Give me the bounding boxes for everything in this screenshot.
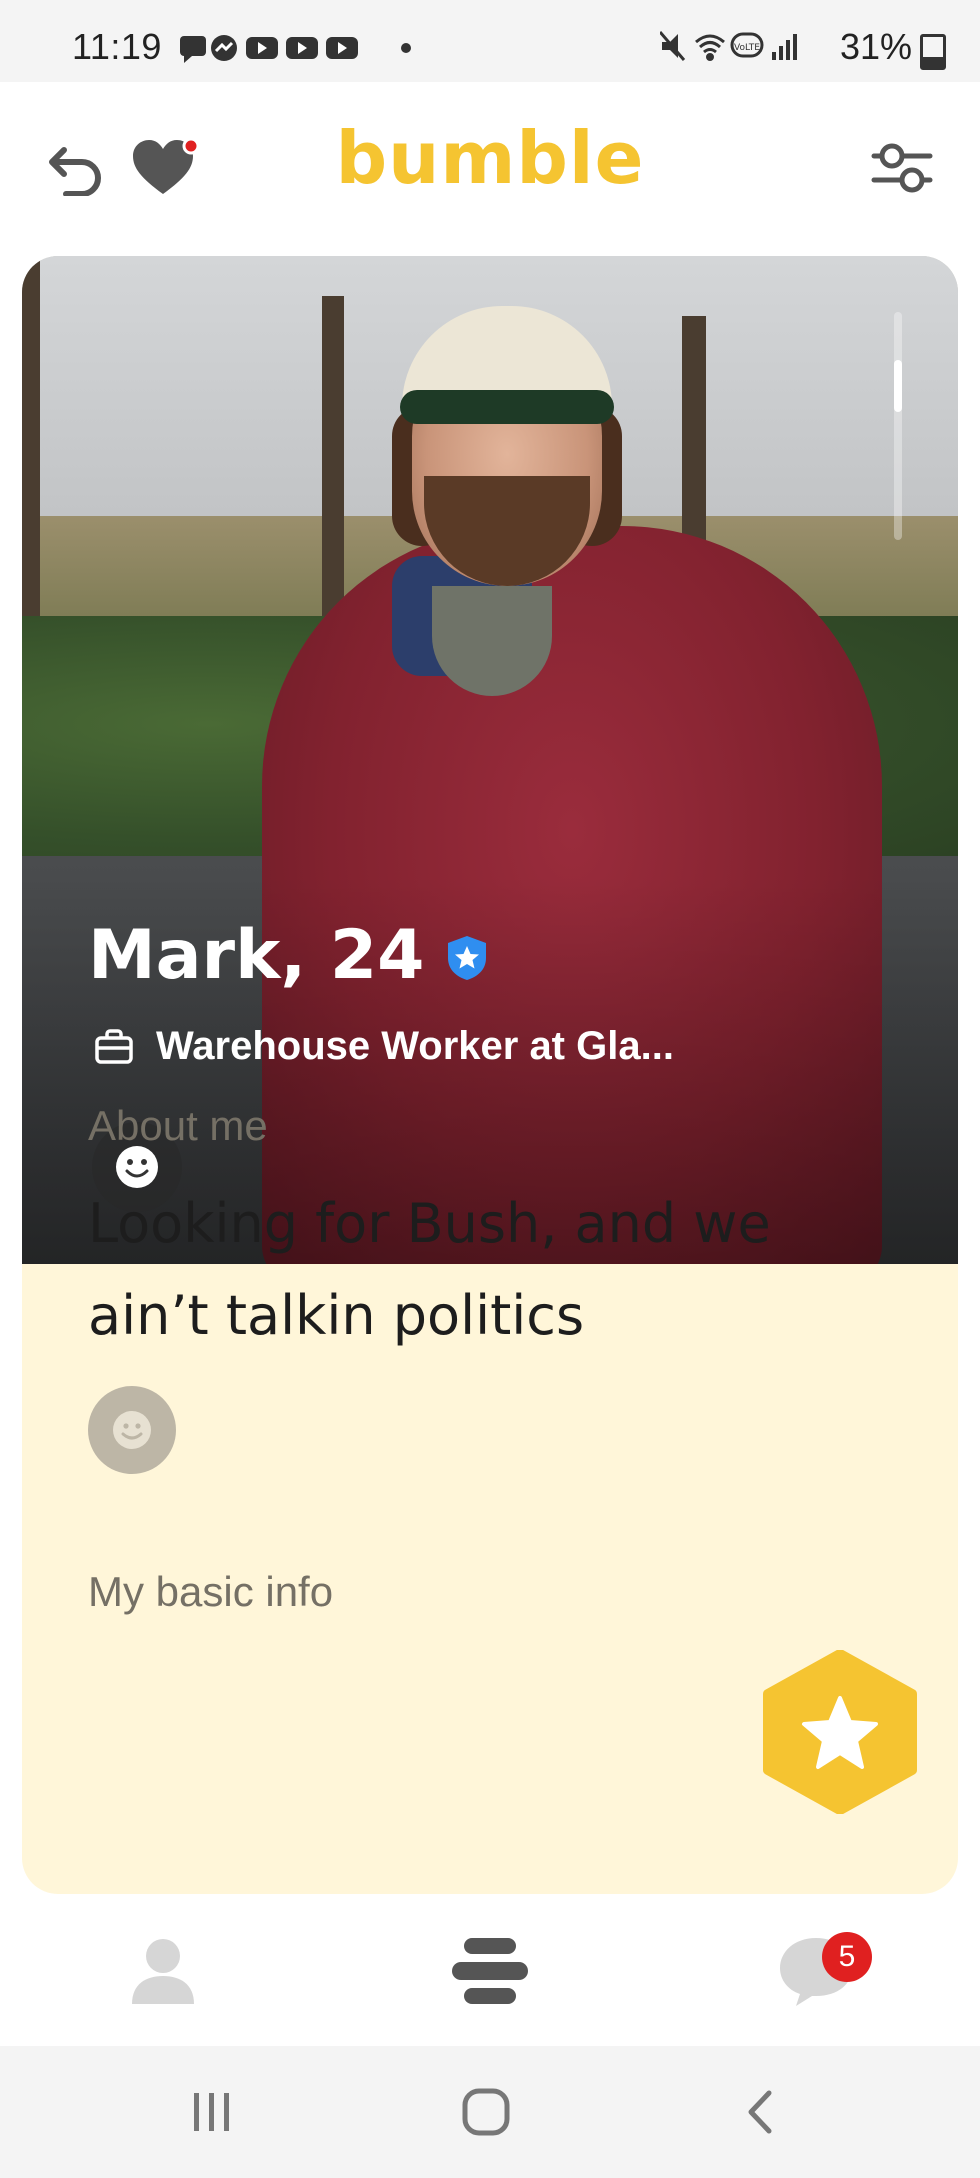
youtube-icon: [286, 37, 318, 59]
about-me-label: About me: [88, 1102, 268, 1149]
profile-card[interactable]: Mark, 24 Warehouse Worker at Gla... Abou…: [22, 256, 958, 1894]
volte-icon: VoLTE: [730, 32, 764, 58]
nav-swipe-button[interactable]: [430, 1896, 550, 2046]
svg-text:VoLTE: VoLTE: [734, 43, 760, 53]
system-back-button[interactable]: [700, 2046, 820, 2178]
battery-icon: [920, 34, 946, 70]
profile-name-row: Mark, 24: [88, 916, 488, 995]
smiley-icon: [113, 1411, 151, 1449]
photo-progress-indicator: [894, 360, 902, 412]
recents-icon: [194, 2093, 229, 2131]
about-me-text: Looking for Bush, and we ain’t talkin po…: [88, 1192, 771, 1347]
verified-badge-icon[interactable]: [446, 934, 488, 982]
signal-icon: [772, 34, 797, 60]
status-bar: 11:19 VoLTE 31%: [0, 0, 980, 82]
back-chevron-icon: [748, 2090, 772, 2134]
app-logo: bumble: [335, 116, 645, 200]
nav-profile-button[interactable]: [103, 1896, 223, 2046]
filter-sliders-icon: [871, 143, 933, 193]
notification-icons: [180, 35, 411, 63]
recents-button[interactable]: [152, 2046, 272, 2178]
photo-progress-track: [894, 312, 902, 540]
dot-icon: [401, 43, 411, 53]
youtube-icon: [326, 37, 358, 59]
superswipe-button[interactable]: [760, 1650, 920, 1814]
messenger-icon: [211, 35, 237, 61]
profile-job: Warehouse Worker at Gla...: [156, 1024, 674, 1068]
filter-button[interactable]: [862, 128, 942, 208]
youtube-icon: [246, 37, 278, 59]
wifi-icon: [695, 34, 725, 61]
chat-unread-badge: 5: [822, 1932, 872, 1982]
profile-job-row: Warehouse Worker at Gla...: [94, 1024, 674, 1069]
system-navigation-bar: [0, 2046, 980, 2178]
chat-icon: [180, 36, 206, 63]
briefcase-icon: [95, 1028, 133, 1064]
swipe-stack-icon: [452, 1938, 528, 2004]
battery-percentage: 31%: [839, 26, 912, 67]
app-header: bumble: [0, 82, 980, 254]
basic-info-label: My basic info: [88, 1568, 334, 1615]
about-reaction-button[interactable]: [88, 1386, 176, 1474]
home-button[interactable]: [426, 2046, 546, 2178]
home-icon: [462, 2088, 510, 2136]
mute-icon: [660, 31, 686, 61]
system-status-icons: VoLTE: [660, 31, 797, 61]
profile-name-age: Mark, 24: [88, 916, 425, 995]
status-time: 11:19: [72, 26, 162, 67]
person-icon: [132, 1939, 194, 2004]
